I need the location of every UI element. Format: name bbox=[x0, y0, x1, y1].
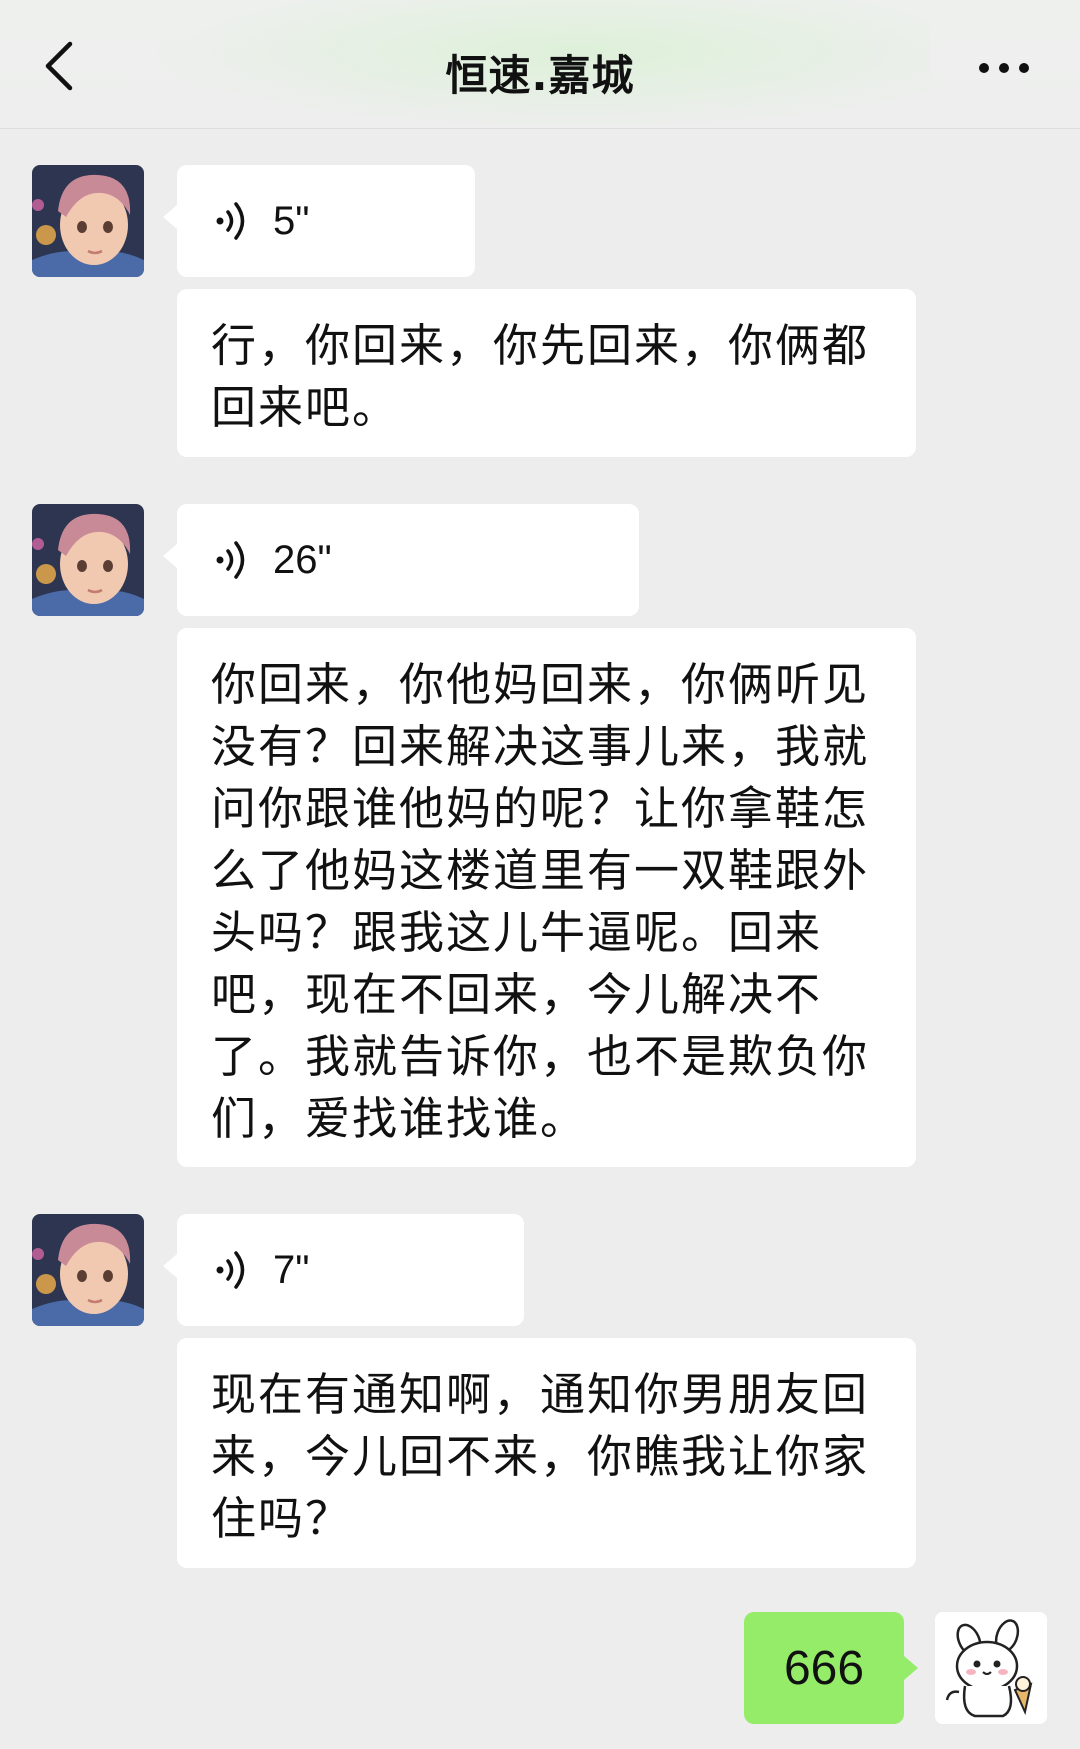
voice-message[interactable]: 26" bbox=[163, 504, 639, 616]
contact-avatar[interactable] bbox=[32, 1214, 144, 1326]
bunny-avatar-icon bbox=[935, 1612, 1047, 1724]
voice-transcript[interactable]: 现在有通知啊，通知你男朋友回来，今儿回不来，你瞧我让你家住吗？ bbox=[177, 1338, 916, 1568]
voice-wave-icon bbox=[216, 541, 245, 579]
voice-wave-icon bbox=[216, 202, 245, 240]
contact-avatar[interactable] bbox=[32, 504, 144, 616]
my-message[interactable]: 666 bbox=[744, 1612, 918, 1724]
chat-title: 恒速.嘉城 bbox=[445, 51, 635, 100]
voice-duration: 5" bbox=[273, 199, 310, 243]
voice-wave-icon bbox=[216, 1251, 245, 1289]
voice-message[interactable]: 7" bbox=[163, 1214, 524, 1326]
voice-duration: 26" bbox=[273, 538, 332, 582]
more-dots-icon bbox=[979, 63, 1029, 73]
voice-duration: 7" bbox=[273, 1248, 310, 1292]
voice-transcript[interactable]: 行，你回来，你先回来，你俩都回来吧。 bbox=[177, 289, 916, 457]
contact-avatar[interactable] bbox=[32, 165, 144, 277]
voice-message[interactable]: 5" bbox=[163, 165, 475, 277]
chat-screen: 恒速.嘉城 5" 行，你回来，你先回来，你俩都回来吧。 26" 你回来，你他妈回… bbox=[0, 0, 1080, 1749]
avatar-image bbox=[32, 504, 144, 616]
my-avatar[interactable] bbox=[935, 1612, 1047, 1724]
more-button[interactable] bbox=[972, 48, 1036, 88]
chat-header: 恒速.嘉城 bbox=[0, 0, 1080, 129]
avatar-image bbox=[32, 1214, 144, 1326]
my-message-text: 666 bbox=[783, 1641, 865, 1695]
avatar-image bbox=[32, 165, 144, 277]
voice-transcript[interactable]: 你回来，你他妈回来，你俩听见没有？回来解决这事儿来，我就问你跟谁他妈的呢？让你拿… bbox=[177, 628, 916, 1167]
